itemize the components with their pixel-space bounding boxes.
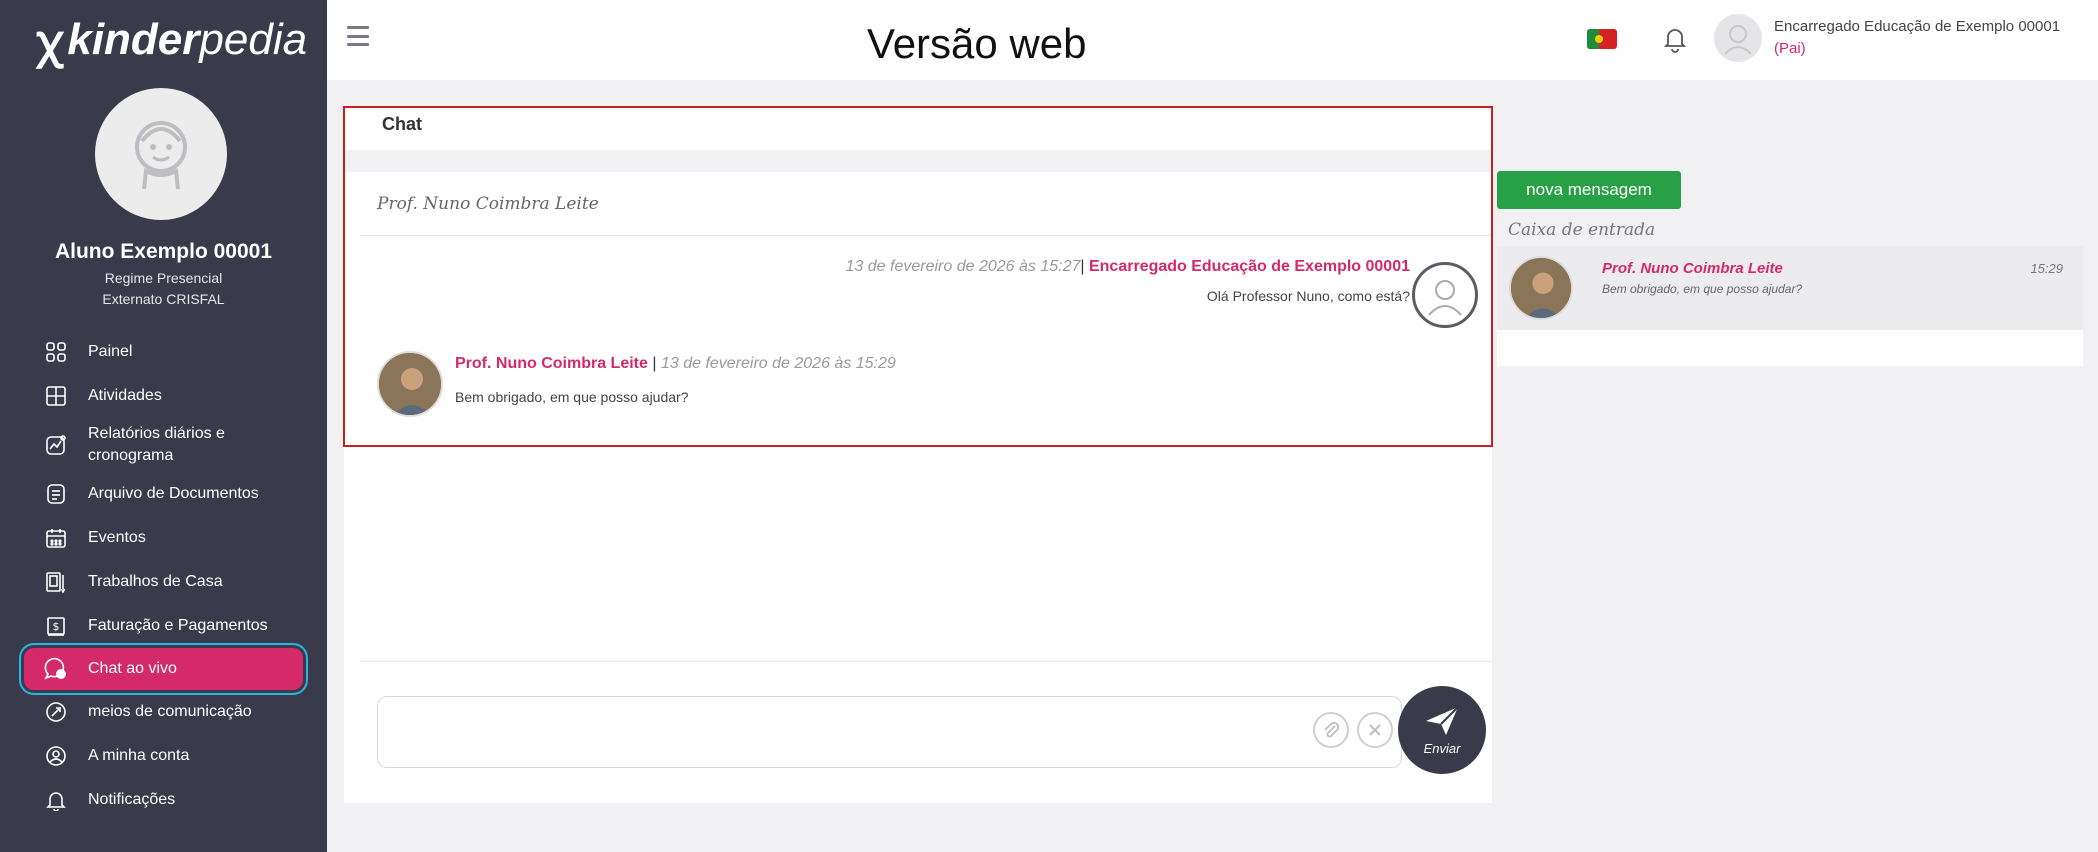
logo-text-bold: kinder bbox=[67, 15, 200, 64]
portugal-flag-icon[interactable] bbox=[1587, 29, 1617, 49]
message-timestamp: 13 de fevereiro de 2026 às 15:27 bbox=[845, 258, 1081, 275]
chat-divider bbox=[344, 150, 1492, 172]
chat-header: Prof. Nuno Coimbra Leite bbox=[360, 172, 1492, 236]
sender-avatar bbox=[1412, 262, 1478, 328]
kinderpedia-logo-mark: ꭓ bbox=[36, 15, 62, 67]
inbox-list: Prof. Nuno Coimbra Leite Bem obrigado, e… bbox=[1497, 246, 2083, 366]
calendar-icon bbox=[44, 526, 68, 550]
sidebar-item-label: Painel bbox=[88, 343, 133, 360]
sidebar-item-faturacao[interactable]: $ Faturação e Pagamentos bbox=[0, 604, 327, 648]
user-role: (Pai) bbox=[1774, 40, 1806, 57]
sidebar-item-eventos[interactable]: Eventos bbox=[0, 516, 327, 560]
send-button[interactable]: Enviar bbox=[1398, 686, 1486, 774]
logo-text-light: pedia bbox=[199, 15, 308, 64]
student-school: Externato CRISFAL bbox=[102, 291, 225, 307]
compose-divider bbox=[360, 661, 1492, 662]
inbox-item-snippet: Bem obrigado, em que posso ajudar? bbox=[1602, 282, 1803, 296]
message-sender: Prof. Nuno Coimbra Leite bbox=[455, 355, 648, 372]
teacher-avatar bbox=[377, 351, 443, 417]
kinderpedia-logo[interactable]: ꭓ kinder pedia bbox=[36, 14, 308, 67]
activities-icon bbox=[44, 384, 68, 408]
user-avatar-icon bbox=[1724, 25, 1752, 55]
message-text: Bem obrigado, em que posso ajudar? bbox=[455, 389, 689, 405]
inbox-label: Caixa de entrada bbox=[1508, 220, 1656, 240]
media-icon bbox=[44, 700, 68, 724]
chat-partner-name: Prof. Nuno Coimbra Leite bbox=[377, 194, 599, 214]
top-bar: Versão web Encarregado Educação de Exemp… bbox=[327, 0, 2098, 80]
sidebar-item-trabalhos[interactable]: Trabalhos de Casa bbox=[0, 560, 327, 604]
bell-icon bbox=[44, 788, 68, 812]
sidebar-item-label: Faturação e Pagamentos bbox=[88, 617, 268, 634]
sidebar-item-meios[interactable]: meios de comunicação bbox=[0, 690, 327, 734]
sidebar-item-painel[interactable]: Painel bbox=[0, 330, 327, 374]
send-label: Enviar bbox=[1423, 740, 1461, 756]
user-avatar-icon bbox=[1428, 280, 1462, 316]
message-sent: 13 de fevereiro de 2026 às 15:27| Encarr… bbox=[360, 258, 1410, 304]
new-message-button[interactable]: nova mensagem bbox=[1497, 171, 1681, 209]
reports-icon bbox=[44, 433, 68, 457]
inbox-item-time: 15:29 bbox=[2030, 261, 2063, 276]
clear-icon[interactable] bbox=[1357, 712, 1393, 748]
teacher-photo-icon bbox=[1511, 258, 1571, 318]
inbox-item-name: Prof. Nuno Coimbra Leite bbox=[1602, 260, 1783, 277]
user-name[interactable]: Encarregado Educação de Exemplo 00001 bbox=[1774, 18, 2060, 35]
message-sender: Encarregado Educação de Exemplo 00001 bbox=[1088, 258, 1410, 275]
sidebar-menu: Painel Atividades Relatórios diários e c… bbox=[0, 330, 327, 822]
sidebar-item-label: Eventos bbox=[88, 529, 146, 546]
hamburger-menu-icon[interactable] bbox=[347, 26, 369, 46]
overlay-title: Versão web bbox=[867, 20, 1087, 67]
sidebar-item-label: Relatórios diários e cronograma bbox=[88, 425, 225, 464]
sidebar-item-label: Arquivo de Documentos bbox=[88, 485, 259, 502]
svg-text:$: $ bbox=[53, 620, 60, 633]
message-text: Olá Professor Nuno, como está? bbox=[1206, 288, 1410, 304]
dashboard-icon bbox=[44, 340, 68, 364]
sidebar-item-chat[interactable]: Chat ao vivo bbox=[24, 648, 303, 690]
sidebar-item-label: meios de comunicação bbox=[88, 703, 252, 720]
sidebar: ꭓ kinder pedia Aluno Exemplo 00001 Regime… bbox=[0, 0, 327, 852]
message-received: Prof. Nuno Coimbra Leite | 13 de feverei… bbox=[455, 355, 896, 405]
sidebar-item-label: Notificações bbox=[88, 791, 176, 808]
documents-icon bbox=[44, 482, 68, 506]
student-avatar bbox=[95, 88, 227, 220]
sidebar-item-atividades[interactable]: Atividades bbox=[0, 374, 327, 418]
billing-icon: $ bbox=[44, 614, 68, 638]
message-timestamp: 13 de fevereiro de 2026 às 15:29 bbox=[660, 355, 896, 372]
student-name: Aluno Exemplo 00001 bbox=[54, 240, 273, 263]
attach-icon[interactable] bbox=[1313, 712, 1349, 748]
notification-bell-icon[interactable] bbox=[1662, 25, 1688, 53]
student-regime: Regime Presencial bbox=[104, 270, 223, 286]
message-input[interactable] bbox=[377, 696, 1402, 768]
sidebar-item-notificacoes[interactable]: Notificações bbox=[0, 778, 327, 822]
account-icon bbox=[44, 744, 68, 768]
sidebar-item-arquivo[interactable]: Arquivo de Documentos bbox=[0, 472, 327, 516]
chat-title: Chat bbox=[382, 114, 422, 134]
child-avatar-icon bbox=[135, 121, 187, 190]
user-avatar[interactable] bbox=[1714, 14, 1762, 62]
sidebar-item-conta[interactable]: A minha conta bbox=[0, 734, 327, 778]
sidebar-item-label: A minha conta bbox=[88, 747, 190, 764]
sidebar-item-label: Trabalhos de Casa bbox=[88, 573, 223, 590]
paper-plane-icon bbox=[1426, 705, 1459, 735]
homework-icon bbox=[44, 570, 68, 594]
sidebar-item-label: Atividades bbox=[88, 387, 162, 404]
sidebar-item-label: Chat ao vivo bbox=[88, 660, 177, 677]
sidebar-item-relatorios[interactable]: Relatórios diários e cronograma bbox=[0, 418, 327, 472]
teacher-avatar bbox=[1509, 256, 1573, 320]
inbox-item[interactable]: Prof. Nuno Coimbra Leite Bem obrigado, e… bbox=[1497, 246, 2083, 330]
chat-icon bbox=[44, 657, 68, 681]
